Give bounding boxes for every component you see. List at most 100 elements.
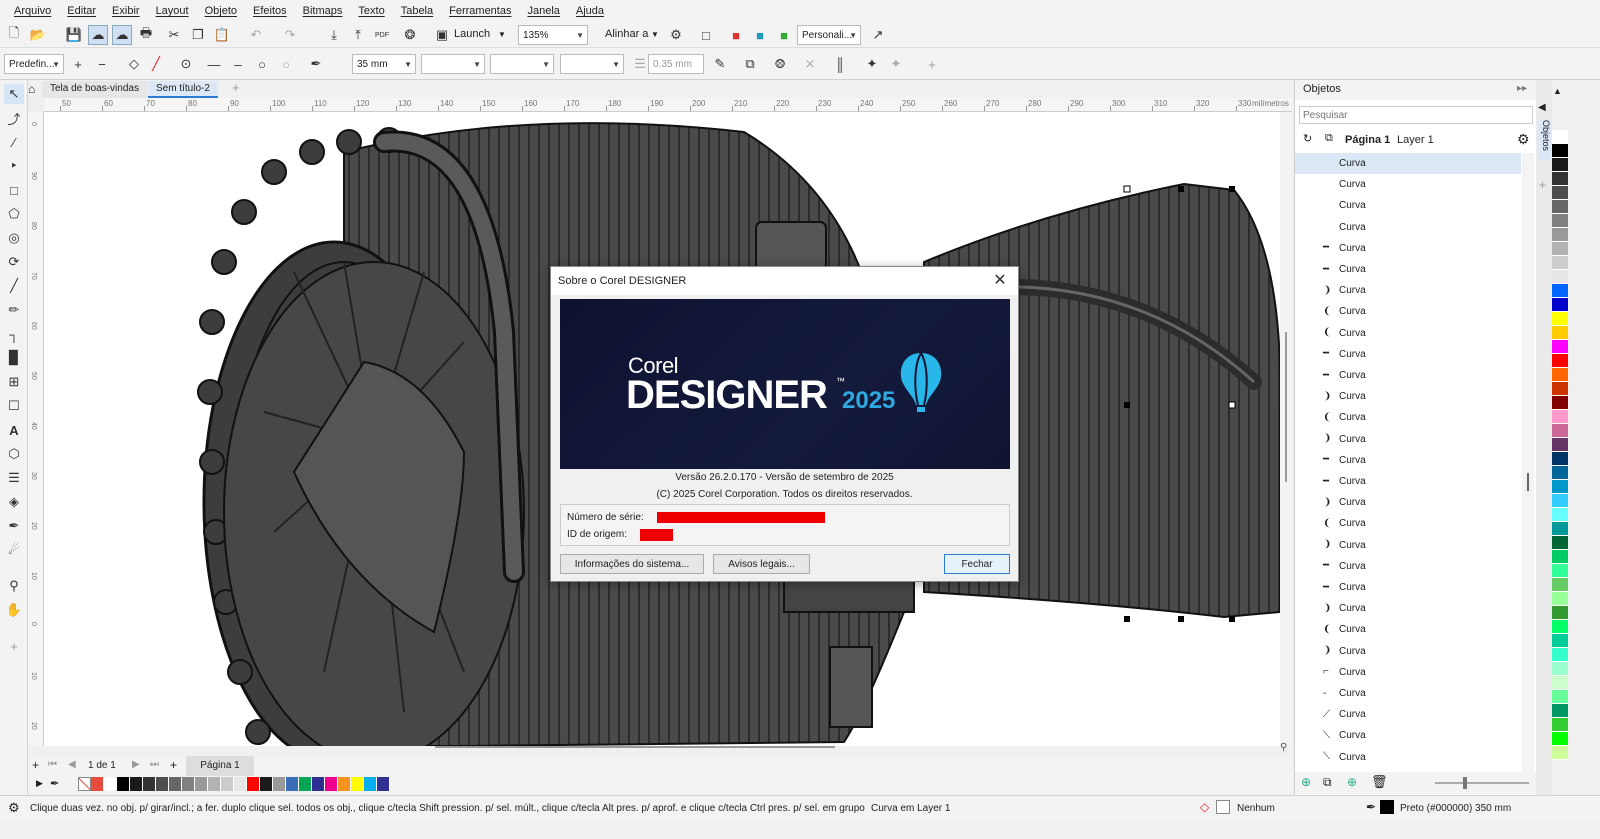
width-input[interactable]: 35 mm ▼: [352, 54, 416, 74]
color-palette[interactable]: [1552, 130, 1568, 770]
palette-swatch[interactable]: [221, 777, 234, 791]
palette-swatch[interactable]: [286, 777, 299, 791]
brush-icon[interactable]: ✎: [710, 54, 730, 74]
palette-swatch[interactable]: [234, 777, 247, 791]
scroll-thumb[interactable]: [1527, 473, 1529, 491]
object-list-item[interactable]: ━ Curva: [1295, 365, 1521, 386]
open-icon[interactable]: 📂: [28, 25, 48, 45]
new-layer-icon[interactable]: ⊕: [1301, 775, 1311, 789]
menu-item-bitmaps[interactable]: Bitmaps: [295, 5, 351, 17]
paste-icon[interactable]: 📋: [212, 25, 232, 45]
system-info-button[interactable]: Informações do sistema...: [560, 554, 704, 574]
object-list-item[interactable]: ❩ Curva: [1295, 641, 1521, 662]
shape-icon[interactable]: ○: [252, 54, 272, 74]
slider-handle[interactable]: [1463, 777, 1467, 789]
trim-icon[interactable]: ⨷: [770, 54, 790, 74]
object-list-item[interactable]: ⌐ Curva: [1295, 662, 1521, 683]
palette-swatch[interactable]: [1552, 550, 1568, 564]
palette-swatch[interactable]: [1552, 690, 1568, 704]
import-icon[interactable]: ⤓: [324, 25, 344, 45]
palette-swatch[interactable]: [1552, 578, 1568, 592]
close-icon[interactable]: ✕: [990, 270, 1010, 290]
chevron-down-icon[interactable]: ▼: [651, 30, 659, 39]
palette-swatch[interactable]: [1552, 312, 1568, 326]
scroll-thumb[interactable]: [1285, 332, 1287, 482]
undo-icon[interactable]: ↶: [246, 25, 266, 45]
palette-swatch[interactable]: [130, 777, 143, 791]
table-tool-icon[interactable]: ⊞: [4, 372, 24, 392]
polygon-tool-icon[interactable]: ⬠: [4, 204, 24, 224]
palette-swatch[interactable]: [1552, 438, 1568, 452]
object-list-item[interactable]: ❨ Curva: [1295, 619, 1521, 640]
palette-swatch[interactable]: [247, 777, 260, 791]
line-style-select[interactable]: ▼: [490, 54, 554, 74]
zoom-slider[interactable]: [1435, 777, 1529, 789]
dimension-tool-icon[interactable]: ☐: [4, 396, 24, 416]
palette-swatch[interactable]: [1552, 284, 1568, 298]
chevron-down-icon[interactable]: ▼: [498, 30, 506, 39]
end-arrow-select[interactable]: ▼: [560, 54, 624, 74]
palette-up-icon[interactable]: ▲: [1553, 86, 1562, 96]
palette-swatch[interactable]: [1552, 522, 1568, 536]
menu-item-editar[interactable]: Editar: [59, 5, 104, 17]
object-list-item[interactable]: ━ Curva: [1295, 259, 1521, 280]
palette-swatch[interactable]: [78, 777, 91, 791]
palette-swatch[interactable]: [1552, 396, 1568, 410]
save-icon[interactable]: 💾: [64, 25, 84, 45]
palette-swatch[interactable]: [260, 777, 273, 791]
page-icon[interactable]: ↻: [1303, 132, 1312, 145]
cloud-upload-icon[interactable]: ☁: [88, 25, 108, 45]
palette-swatch[interactable]: [1552, 508, 1568, 522]
fill-swatch[interactable]: [1216, 800, 1230, 814]
palette-swatch[interactable]: [91, 777, 104, 791]
vertical-scrollbar[interactable]: [1280, 112, 1292, 746]
preset-select[interactable]: Predefin... ▼: [4, 54, 64, 74]
object-list-item[interactable]: Curva: [1295, 217, 1521, 238]
add-tool-icon[interactable]: +: [4, 636, 24, 656]
object-list-item[interactable]: ‐ Curva: [1295, 683, 1521, 704]
legal-notices-button[interactable]: Avisos legais...: [713, 554, 810, 574]
outline-pen-icon[interactable]: ✒: [1366, 800, 1376, 814]
tab-objects[interactable]: Objetos: [1537, 120, 1551, 160]
palette-swatch[interactable]: [1552, 354, 1568, 368]
objects-search-input[interactable]: [1299, 106, 1533, 124]
palette-swatch[interactable]: [1552, 424, 1568, 438]
object-list-item[interactable]: ━ Curva: [1295, 577, 1521, 598]
expand-icon[interactable]: ◀: [1538, 102, 1546, 113]
cloud-download-icon[interactable]: ☁: [112, 25, 132, 45]
palette-swatch[interactable]: [104, 777, 117, 791]
object-list-item[interactable]: ⟋ Curva: [1295, 704, 1521, 725]
no-fill-icon[interactable]: ╱: [146, 54, 166, 74]
smear-tool-icon[interactable]: ☄: [4, 540, 24, 560]
palette-swatch[interactable]: [1552, 732, 1568, 746]
object-list-item[interactable]: ⟍ Curva: [1295, 747, 1521, 768]
palette-swatch[interactable]: [1552, 186, 1568, 200]
page-tab[interactable]: Página 1: [186, 756, 254, 776]
collapse-panel-icon[interactable]: ▸▸: [1517, 83, 1527, 94]
launch-icon[interactable]: ▣: [432, 25, 452, 45]
workspace-select[interactable]: Personali... ▼: [797, 25, 861, 45]
object-list-item[interactable]: ❨ Curva: [1295, 513, 1521, 534]
callout-tool-icon[interactable]: ☰: [4, 468, 24, 488]
frame-icon[interactable]: □: [696, 25, 716, 45]
gear-icon[interactable]: ⚙: [8, 800, 20, 816]
plus-icon[interactable]: +: [68, 54, 88, 74]
object-list-item[interactable]: ❩ Curva: [1295, 386, 1521, 407]
palette-swatch[interactable]: [143, 777, 156, 791]
palette-swatch[interactable]: [1552, 704, 1568, 718]
cube-green-icon[interactable]: ■: [774, 25, 794, 45]
palette-swatch[interactable]: [195, 777, 208, 791]
object-list-item[interactable]: ━ Curva: [1295, 344, 1521, 365]
new-sublayer-icon[interactable]: ⊕: [1347, 775, 1357, 789]
palette-swatch[interactable]: [1552, 536, 1568, 550]
freehand-tool-icon[interactable]: ╱: [4, 276, 24, 296]
object-list-item[interactable]: ━ Curva: [1295, 556, 1521, 577]
object-list-item[interactable]: ━ Curva: [1295, 238, 1521, 259]
palette-swatch[interactable]: [1552, 592, 1568, 606]
fill-tool-icon[interactable]: ◈: [4, 492, 24, 512]
gear-icon[interactable]: ⚙: [666, 25, 686, 45]
first-page-icon[interactable]: ⏮: [48, 759, 57, 770]
next-page-icon[interactable]: ▶: [132, 759, 140, 770]
copy-icon[interactable]: ❐: [188, 25, 208, 45]
pdf-icon[interactable]: PDF: [372, 25, 392, 45]
